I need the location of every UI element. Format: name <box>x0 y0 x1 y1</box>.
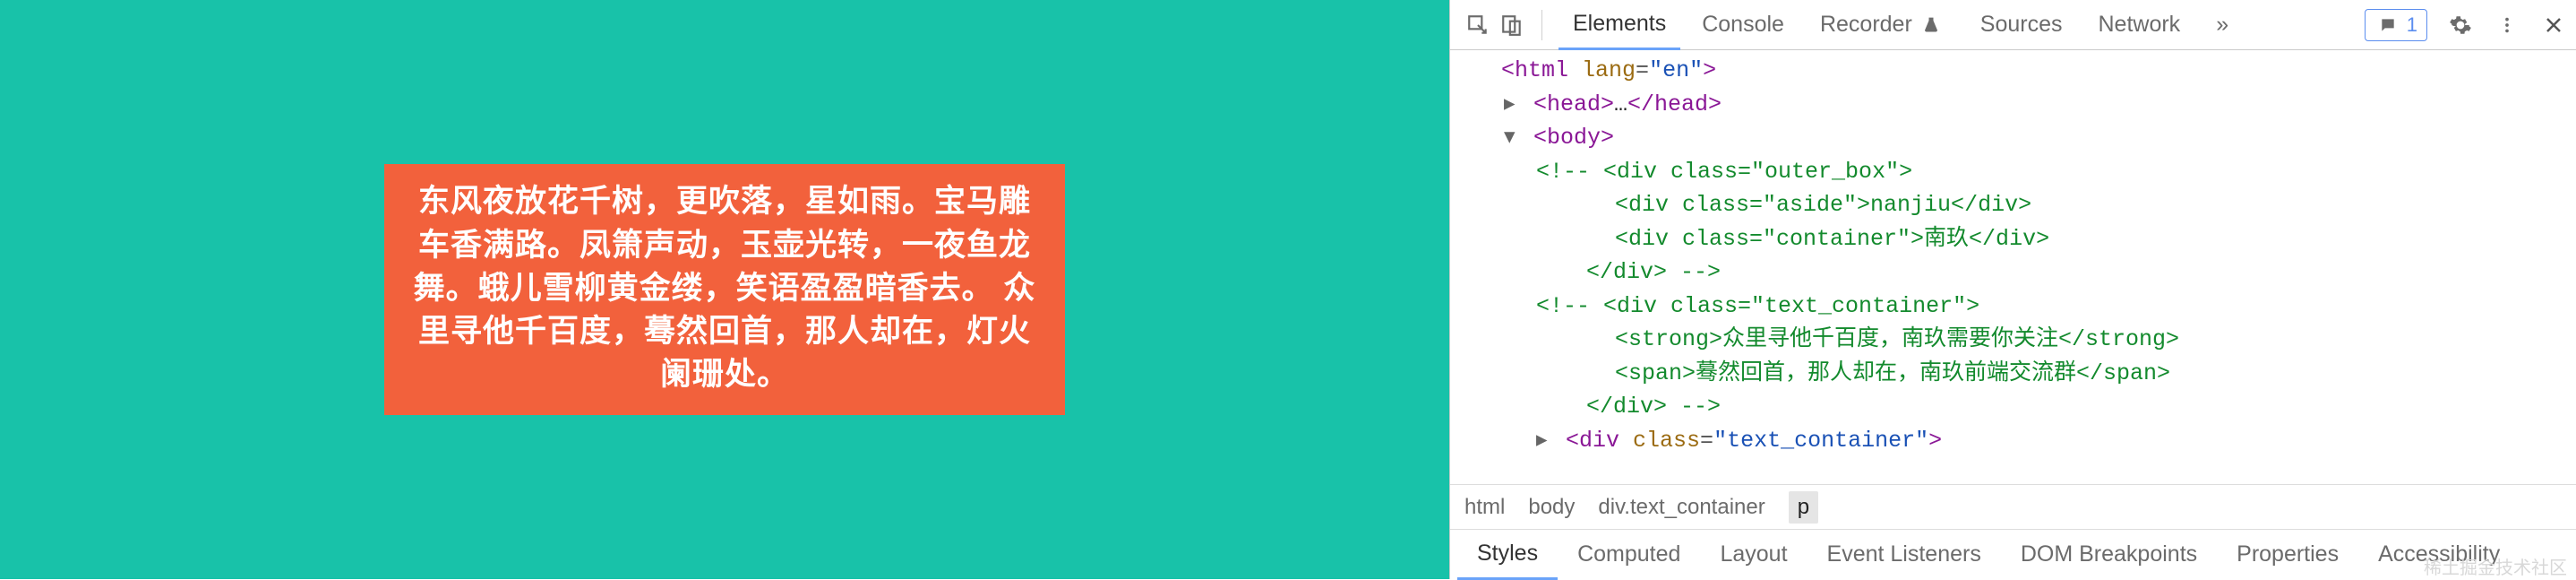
toolbar-right: 1 <box>2365 9 2567 41</box>
close-devtools-icon[interactable] <box>2540 12 2567 39</box>
issues-icon <box>2374 12 2401 39</box>
tag: > <box>1703 57 1716 83</box>
tag: <head> <box>1533 91 1614 117</box>
subtab-properties[interactable]: Properties <box>2217 530 2358 580</box>
crumb-body[interactable]: body <box>1528 495 1575 520</box>
dom-line[interactable]: </div> --> <box>1472 390 2576 424</box>
subtab-dom-breakpoints[interactable]: DOM Breakpoints <box>2001 530 2217 580</box>
device-toggle-icon[interactable] <box>1498 12 1525 39</box>
elements-dom-tree[interactable]: <html lang="en"> ▸ <head>…</head> ▾ <bod… <box>1450 50 2576 484</box>
punct: = <box>1636 57 1649 83</box>
dom-line[interactable]: <!-- <div class="text_container"> <box>1472 290 2576 324</box>
dom-line[interactable]: </div> --> <box>1472 255 2576 290</box>
dom-line[interactable]: ▸ <head>…</head> <box>1472 88 2576 122</box>
devtools-toolbar: Elements Console Recorder Sources Networ… <box>1450 0 2576 50</box>
flask-icon <box>1918 12 1945 39</box>
dom-line[interactable]: <div class="aside">nanjiu</div> <box>1472 188 2576 222</box>
attr: class <box>1633 428 1700 454</box>
subtab-styles[interactable]: Styles <box>1457 530 1558 580</box>
subtab-accessibility[interactable]: Accessibility <box>2358 530 2520 580</box>
tab-network[interactable]: Network <box>2084 0 2195 50</box>
crumb-html[interactable]: html <box>1464 495 1505 520</box>
crumb-div[interactable]: div.text_container <box>1598 495 1765 520</box>
subtab-event-listeners[interactable]: Event Listeners <box>1807 530 2001 580</box>
expand-tri[interactable]: ▸ <box>1504 88 1520 122</box>
tab-recorder[interactable]: Recorder <box>1806 0 1959 50</box>
comment: </div> --> <box>1586 394 1721 420</box>
expand-tri[interactable]: ▾ <box>1504 121 1520 155</box>
comment: <span>蓦然回首，那人却在，南玖前端交流群</span> <box>1615 360 2170 386</box>
crumb-p[interactable]: p <box>1789 491 1818 524</box>
tab-recorder-label: Recorder <box>1820 12 1912 38</box>
comment: <div class="aside">nanjiu</div> <box>1615 192 2031 218</box>
dom-line[interactable]: <strong>众里寻他千百度，南玖需要你关注</strong> <box>1472 323 2576 357</box>
dom-line[interactable]: ▸ <div class="text_container"> <box>1472 424 2576 458</box>
tag: <html <box>1501 57 1582 83</box>
comment: <div class="container">南玖</div> <box>1615 226 2049 252</box>
comment: <!-- <div class="outer_box"> <box>1536 159 1912 185</box>
comment: <strong>众里寻他千百度，南玖需要你关注</strong> <box>1615 326 2179 352</box>
tag: <body> <box>1533 125 1614 151</box>
dom-line[interactable]: <span>蓦然回首，那人却在，南玖前端交流群</span> <box>1472 357 2576 391</box>
tabs-overflow[interactable]: » <box>2202 0 2243 50</box>
dom-line[interactable]: <html lang="en"> <box>1472 54 2576 88</box>
tag: </head> <box>1627 91 1722 117</box>
tab-console[interactable]: Console <box>1687 0 1799 50</box>
kebab-menu-icon[interactable] <box>2494 12 2520 39</box>
dom-line[interactable]: <!-- <div class="outer_box"> <box>1472 155 2576 189</box>
tab-sources[interactable]: Sources <box>1966 0 2077 50</box>
tag: <div <box>1566 428 1633 454</box>
toolbar-separator <box>1541 10 1542 40</box>
attr: lang <box>1582 57 1636 83</box>
val: "en" <box>1649 57 1703 83</box>
comment: <!-- <div class="text_container"> <box>1536 293 1979 319</box>
punct: = <box>1700 428 1713 454</box>
comment: </div> --> <box>1586 259 1721 285</box>
elements-subpanel-tabs: Styles Computed Layout Event Listeners D… <box>1450 529 2576 579</box>
subtab-layout[interactable]: Layout <box>1700 530 1807 580</box>
dom-line[interactable]: ▾ <body> <box>1472 121 2576 155</box>
dom-line[interactable]: <div class="container">南玖</div> <box>1472 222 2576 256</box>
expand-tri[interactable]: ▸ <box>1536 424 1552 458</box>
issues-badge[interactable]: 1 <box>2365 9 2427 41</box>
inspect-icon[interactable] <box>1464 12 1491 39</box>
tag: > <box>1928 428 1942 454</box>
devtools-panel: Elements Console Recorder Sources Networ… <box>1449 0 2576 579</box>
settings-icon[interactable] <box>2447 12 2474 39</box>
text-container-box: 东风夜放花千树，更吹落，星如雨。宝马雕车香满路。凤箫声动，玉壶光转，一夜鱼龙舞。… <box>384 164 1065 414</box>
val: "text_container" <box>1713 428 1928 454</box>
ellipsis: … <box>1614 91 1627 117</box>
issues-count: 1 <box>2407 13 2417 37</box>
rendered-page-panel: 东风夜放花千树，更吹落，星如雨。宝马雕车香满路。凤箫声动，玉壶光转，一夜鱼龙舞。… <box>0 0 1449 579</box>
subtab-computed[interactable]: Computed <box>1558 530 1700 580</box>
elements-breadcrumb: html body div.text_container p <box>1450 484 2576 529</box>
tab-elements[interactable]: Elements <box>1558 0 1680 50</box>
poem-text: 东风夜放花千树，更吹落，星如雨。宝马雕车香满路。凤箫声动，玉壶光转，一夜鱼龙舞。… <box>414 184 1036 392</box>
